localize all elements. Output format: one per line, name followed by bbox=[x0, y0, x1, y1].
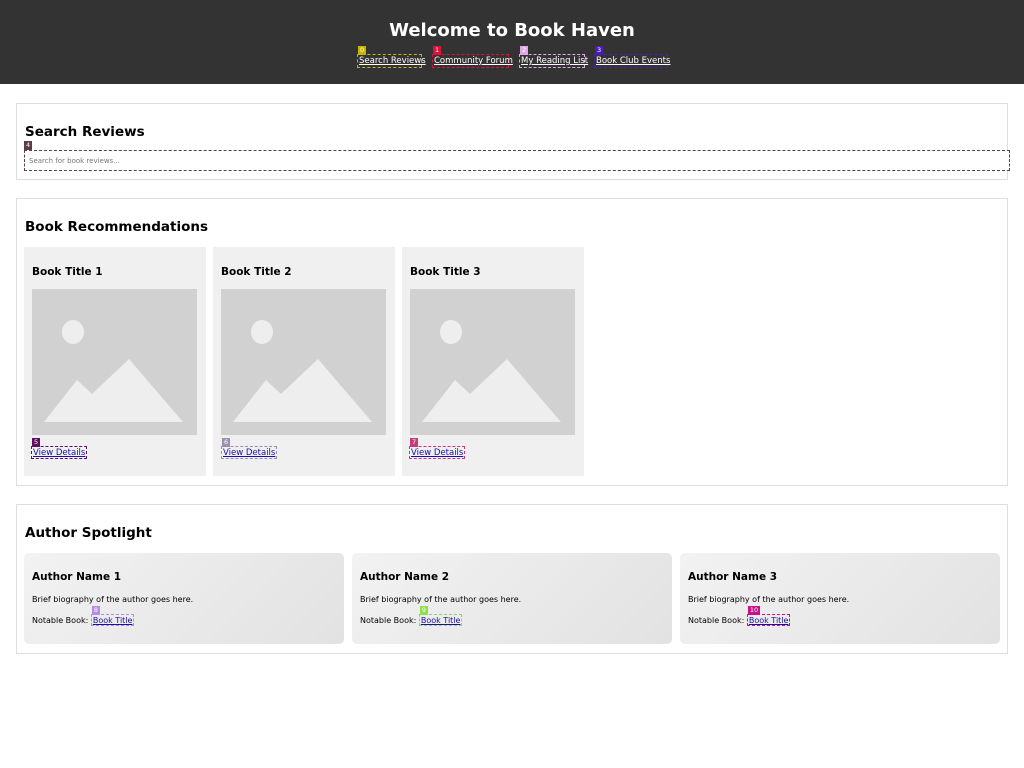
notable-book-label: Notable Book: bbox=[688, 616, 745, 625]
author-bio: Brief biography of the author goes here. bbox=[32, 595, 194, 604]
author-name: Author Name 1 bbox=[32, 571, 122, 583]
notable-book: Notable Book: 8 Book Title bbox=[32, 606, 135, 626]
book-card: Book Title 3 7 View Details bbox=[402, 247, 584, 476]
notable-book-title: Book Title bbox=[748, 616, 789, 625]
nav-my-reading-list-link[interactable]: 2 My Reading List bbox=[519, 46, 589, 68]
recommendations-heading: Book Recommendations bbox=[25, 219, 209, 235]
author-bio: Brief biography of the author goes here. bbox=[360, 595, 522, 604]
notable-book-label: Notable Book: bbox=[360, 616, 417, 625]
element-tag-badge: 9 bbox=[419, 606, 428, 615]
nav-link-label: Book Club Events bbox=[596, 56, 671, 66]
book-title: Book Title 1 bbox=[32, 266, 103, 278]
nav-community-forum-link[interactable]: 1 Community Forum bbox=[432, 46, 513, 68]
notable-book-link[interactable]: 10 Book Title bbox=[746, 606, 791, 626]
author-card: Author Name 1 Brief biography of the aut… bbox=[24, 553, 344, 644]
element-tag-badge: 4 bbox=[24, 141, 33, 150]
element-tag-badge: 1 bbox=[433, 46, 442, 55]
site-header: Welcome to Book Haven 0 Search Reviews 1… bbox=[0, 0, 1024, 84]
author-card: Author Name 2 Brief biography of the aut… bbox=[352, 553, 672, 644]
view-details-link[interactable]: 7 View Details bbox=[409, 438, 466, 459]
nav-search-reviews-link[interactable]: 0 Search Reviews bbox=[357, 46, 426, 68]
notable-book-link[interactable]: 8 Book Title bbox=[90, 606, 135, 626]
view-details-link[interactable]: 6 View Details bbox=[221, 438, 278, 459]
search-heading: Search Reviews bbox=[25, 124, 145, 140]
author-spotlight-heading: Author Spotlight bbox=[25, 525, 152, 541]
author-spotlight-section: Author Spotlight Author Name 1 Brief bio… bbox=[16, 504, 1008, 654]
element-tag-badge: 6 bbox=[222, 438, 231, 447]
notable-book-title: Book Title bbox=[92, 616, 133, 625]
view-details-link[interactable]: 5 View Details bbox=[31, 438, 88, 459]
element-tag-badge: 7 bbox=[410, 438, 419, 447]
author-card: Author Name 3 Brief biography of the aut… bbox=[680, 553, 1000, 644]
nav-book-club-events-link[interactable]: 3 Book Club Events bbox=[594, 46, 671, 68]
view-details-label: View Details bbox=[33, 448, 86, 458]
view-details-label: View Details bbox=[411, 448, 464, 458]
search-input[interactable] bbox=[24, 150, 1010, 171]
author-name: Author Name 3 bbox=[688, 571, 778, 583]
nav-link-label: Search Reviews bbox=[359, 56, 426, 66]
notable-book-title: Book Title bbox=[420, 616, 461, 625]
nav-link-label: Community Forum bbox=[434, 56, 513, 66]
author-bio: Brief biography of the author goes here. bbox=[688, 595, 850, 604]
recommendations-section: Book Recommendations Book Title 1 5 View… bbox=[16, 198, 1008, 486]
notable-book-link[interactable]: 9 Book Title bbox=[418, 606, 463, 626]
element-tag-badge: 10 bbox=[747, 606, 761, 615]
nav-link-label: My Reading List bbox=[521, 56, 589, 66]
book-title: Book Title 3 bbox=[410, 266, 481, 278]
book-cover-placeholder-image bbox=[32, 289, 197, 435]
book-cover-placeholder-image bbox=[410, 289, 575, 435]
element-tag-badge: 0 bbox=[358, 46, 367, 55]
site-title: Welcome to Book Haven bbox=[389, 20, 635, 41]
notable-book: Notable Book: 10 Book Title bbox=[688, 606, 791, 626]
element-tag-badge: 3 bbox=[595, 46, 604, 55]
book-title: Book Title 2 bbox=[221, 266, 292, 278]
notable-book: Notable Book: 9 Book Title bbox=[360, 606, 463, 626]
search-section: Search Reviews 4 bbox=[16, 103, 1010, 180]
book-card: Book Title 1 5 View Details bbox=[24, 247, 206, 476]
element-tag-badge: 2 bbox=[520, 46, 529, 55]
element-tag-badge: 8 bbox=[91, 606, 100, 615]
notable-book-label: Notable Book: bbox=[32, 616, 89, 625]
element-tag-badge: 5 bbox=[32, 438, 41, 447]
view-details-label: View Details bbox=[223, 448, 276, 458]
book-card: Book Title 2 6 View Details bbox=[213, 247, 395, 476]
author-name: Author Name 2 bbox=[360, 571, 450, 583]
book-cover-placeholder-image bbox=[221, 289, 386, 435]
